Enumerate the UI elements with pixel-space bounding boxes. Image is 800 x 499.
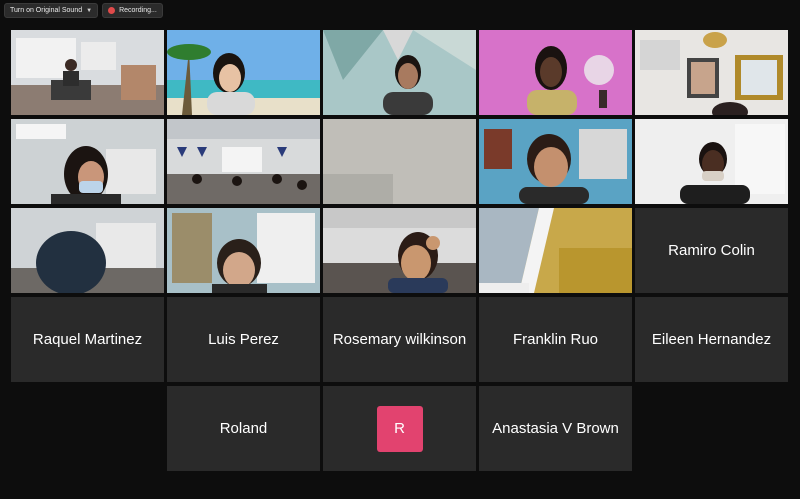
participant-tile-anastasia-v-brown[interactable]: Anastasia V Brown: [479, 386, 632, 471]
video-tile-blank-wall[interactable]: [323, 119, 476, 204]
avatar-initial: R: [394, 420, 405, 437]
video-feed: [479, 30, 632, 115]
video-tile-boy-cap[interactable]: [167, 208, 320, 293]
participant-tile-roland[interactable]: Roland: [167, 386, 320, 471]
participant-tile-raquel-martinez[interactable]: Raquel Martinez: [11, 297, 164, 382]
video-tile-classroom-teacher[interactable]: [11, 30, 164, 115]
video-feed: [11, 119, 164, 204]
video-tile-boy-blue-wall[interactable]: [479, 119, 632, 204]
video-feed: [11, 208, 164, 293]
meeting-toolbar: Turn on Original Sound ▼ Recording...: [4, 3, 163, 18]
participant-name: Anastasia V Brown: [492, 420, 619, 437]
participant-name: Ramiro Colin: [668, 242, 755, 259]
video-feed: [479, 119, 632, 204]
video-feed: [635, 30, 788, 115]
participant-tile-eileen-hernandez[interactable]: Eileen Hernandez: [635, 297, 788, 382]
video-tile-beach-background[interactable]: [167, 30, 320, 115]
participant-tile-luis-perez[interactable]: Luis Perez: [167, 297, 320, 382]
participant-tile-r-avatar[interactable]: R: [323, 386, 476, 471]
avatar: R: [376, 405, 423, 452]
participant-name: Rosemary wilkinson: [332, 331, 467, 348]
original-sound-label: Turn on Original Sound: [10, 7, 83, 14]
video-feed: [479, 208, 632, 293]
video-tile-window-view[interactable]: [479, 208, 632, 293]
participant-name: Franklin Ruo: [512, 331, 599, 348]
video-tile-masked-boy[interactable]: [635, 119, 788, 204]
video-feed: [167, 30, 320, 115]
participant-tile-rosemary-wilkinson[interactable]: Rosemary wilkinson: [323, 297, 476, 382]
video-tile-girl-glasses[interactable]: [323, 208, 476, 293]
recording-label: Recording...: [119, 7, 157, 14]
video-feed: [167, 119, 320, 204]
video-feed: [167, 208, 320, 293]
video-tile-classroom-wide[interactable]: [167, 119, 320, 204]
participant-name: Eileen Hernandez: [651, 331, 772, 348]
chevron-down-icon[interactable]: ▼: [86, 8, 92, 14]
video-feed: [323, 119, 476, 204]
recording-indicator[interactable]: Recording...: [102, 3, 163, 18]
video-feed: [635, 119, 788, 204]
video-feed: [11, 30, 164, 115]
video-feed: [323, 30, 476, 115]
participant-tile-ramiro-colin[interactable]: Ramiro Colin: [635, 208, 788, 293]
original-sound-button[interactable]: Turn on Original Sound ▼: [4, 3, 99, 18]
record-icon: [108, 7, 116, 14]
video-tile-active-speaker[interactable]: [323, 30, 476, 115]
video-tile-wall-frames[interactable]: [635, 30, 788, 115]
video-tile-hooded-student[interactable]: [11, 208, 164, 293]
participant-tile-franklin-ruo[interactable]: Franklin Ruo: [479, 297, 632, 382]
video-feed: [323, 208, 476, 293]
participant-name: Luis Perez: [208, 331, 279, 348]
participant-name: Roland: [219, 420, 268, 437]
video-tile-masked-student[interactable]: [11, 119, 164, 204]
video-tile-pink-room[interactable]: [479, 30, 632, 115]
participant-name: Raquel Martinez: [32, 331, 143, 348]
